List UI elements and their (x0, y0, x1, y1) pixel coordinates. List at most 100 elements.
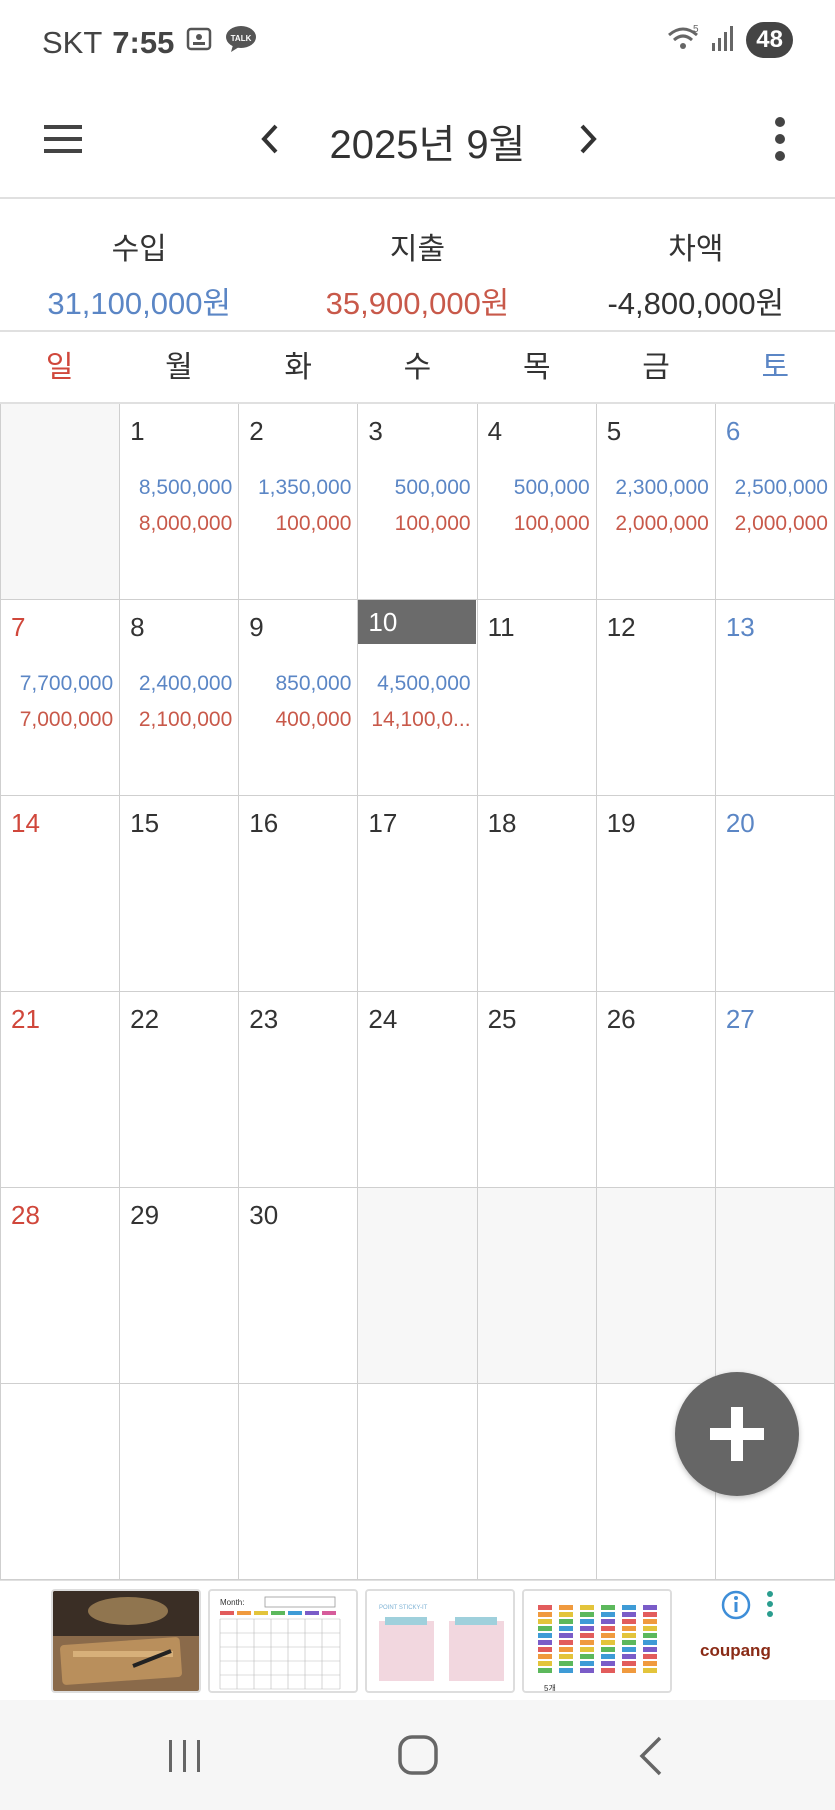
day-cell-4[interactable]: 4 500,000 100,000 (477, 404, 597, 600)
day-cell-25[interactable]: 25 (477, 992, 597, 1188)
info-icon[interactable] (720, 1589, 752, 1621)
weekday-fri: 금 (642, 351, 670, 384)
talk-icon: TALK (224, 24, 258, 62)
day-number: 28 (11, 1200, 40, 1230)
empty-cell (1, 404, 121, 600)
recent-apps-button[interactable] (155, 1728, 215, 1784)
day-cell-6[interactable]: 6 2,500,000 2,000,000 (715, 404, 835, 600)
day-cell-28[interactable]: 28 (1, 1188, 121, 1384)
day-number: 16 (249, 808, 279, 838)
day-expense: 2,000,000 (615, 512, 709, 535)
home-button[interactable] (388, 1728, 448, 1784)
day-cell-13[interactable]: 13 (715, 600, 835, 796)
day-cell-18[interactable]: 18 (477, 796, 597, 992)
day-income: 850,000 (275, 672, 352, 695)
back-icon (639, 1736, 662, 1776)
day-income: 1,350,000 (257, 476, 352, 499)
day-cell-16[interactable]: 16 (239, 796, 359, 992)
ad-thumb-tabs[interactable]: 5개 (522, 1589, 672, 1693)
empty-cell (358, 1384, 478, 1580)
weekday-wed: 수 (403, 351, 432, 384)
day-cell-21[interactable]: 21 (1, 992, 121, 1188)
weekday-thu: 목 (522, 351, 551, 384)
weekday-tue: 화 (284, 351, 312, 384)
day-expense: 100,000 (275, 512, 352, 535)
more-vertical-icon (775, 117, 785, 161)
add-entry-button[interactable] (675, 1372, 799, 1496)
day-number: 25 (487, 1004, 517, 1034)
day-cell-29[interactable]: 29 (120, 1188, 240, 1384)
month-title: 2025년 9월 (329, 123, 526, 167)
day-cell-24[interactable]: 24 (358, 992, 478, 1188)
day-expense: 2,000,000 (734, 512, 828, 535)
day-cell-9[interactable]: 9 850,000 400,000 (239, 600, 359, 796)
ad-thumb-notebook[interactable] (51, 1589, 201, 1693)
battery-indicator: 48 (746, 22, 793, 58)
ad-more-icon[interactable] (762, 1589, 778, 1621)
diff-summary: 차액 -4,800,000원 (557, 200, 835, 330)
day-number: 10 (358, 600, 477, 644)
day-number: 4 (487, 416, 503, 446)
day-cell-5[interactable]: 5 2,300,000 2,000,000 (596, 404, 716, 600)
day-income: 8,500,000 (138, 476, 233, 499)
next-month-button[interactable] (568, 114, 608, 164)
day-cell-20[interactable]: 20 (715, 796, 835, 992)
screenshot-icon (184, 24, 214, 62)
empty-cell (477, 1384, 597, 1580)
empty-cell (358, 1188, 478, 1384)
day-number: 29 (130, 1200, 160, 1230)
day-cell-26[interactable]: 26 (596, 992, 716, 1188)
weekday-sun: 일 (45, 351, 74, 384)
day-cell-27[interactable]: 27 (715, 992, 835, 1188)
day-cell-14[interactable]: 14 (1, 796, 121, 992)
day-cell-12[interactable]: 12 (596, 600, 716, 796)
day-cell-2[interactable]: 2 1,350,000 100,000 (239, 404, 359, 600)
day-number: 8 (130, 612, 145, 642)
empty-cell (120, 1384, 240, 1580)
day-expense: 2,100,000 (138, 708, 233, 731)
day-cell-1[interactable]: 1 8,500,000 8,000,000 (120, 404, 240, 600)
income-label: 수입 (111, 233, 167, 266)
day-expense: 400,000 (275, 708, 352, 731)
day-number: 2 (249, 416, 264, 446)
day-income: 500,000 (513, 476, 590, 499)
day-number: 15 (130, 808, 160, 838)
day-number: 20 (725, 808, 755, 838)
app-bar: 2025년 9월 (0, 84, 835, 199)
day-cell-7[interactable]: 7 7,700,000 7,000,000 (1, 600, 121, 796)
ad-brand-label: coupang (700, 1641, 771, 1660)
day-cell-17[interactable]: 17 (358, 796, 478, 992)
day-cell-19[interactable]: 19 (596, 796, 716, 992)
day-cell-10[interactable]: 10 4,500,000 14,100,0... (358, 600, 478, 796)
day-income: 500,000 (394, 476, 471, 499)
day-number: 14 (11, 808, 40, 838)
day-income: 7,700,000 (19, 672, 114, 695)
day-cell-15[interactable]: 15 (120, 796, 240, 992)
prev-month-button[interactable] (250, 114, 290, 164)
day-number: 22 (130, 1004, 160, 1034)
day-cell-8[interactable]: 8 2,400,000 2,100,000 (120, 600, 240, 796)
ad-thumb-sticky[interactable]: POINT STICKY-IT (365, 1589, 515, 1693)
day-number: 13 (725, 612, 755, 642)
ad-banner[interactable]: Month: POINT STICKY-IT 5개 coupang (0, 1580, 835, 1700)
day-expense: 8,000,000 (138, 512, 233, 535)
day-cell-3[interactable]: 3 500,000 100,000 (358, 404, 478, 600)
back-button[interactable] (622, 1728, 682, 1784)
status-left: SKT 7:55 TALK (42, 24, 258, 62)
day-number: 17 (368, 808, 398, 838)
expense-summary: 지출 35,900,000원 (278, 200, 556, 330)
more-options-button[interactable] (760, 112, 800, 168)
expense-total: 35,900,000원 (325, 286, 510, 321)
menu-button[interactable] (38, 114, 88, 164)
day-cell-23[interactable]: 23 (239, 992, 359, 1188)
day-income: 2,500,000 (734, 476, 828, 499)
day-number: 6 (725, 416, 741, 446)
day-number: 3 (368, 416, 383, 446)
hamburger-icon (44, 125, 82, 153)
day-cell-11[interactable]: 11 (477, 600, 597, 796)
ad-month-label: Month: (220, 1598, 244, 1607)
ad-thumb-planner[interactable]: Month: (208, 1589, 358, 1693)
day-cell-22[interactable]: 22 (120, 992, 240, 1188)
day-cell-30[interactable]: 30 (239, 1188, 359, 1384)
wifi-icon: 5 (666, 23, 700, 58)
